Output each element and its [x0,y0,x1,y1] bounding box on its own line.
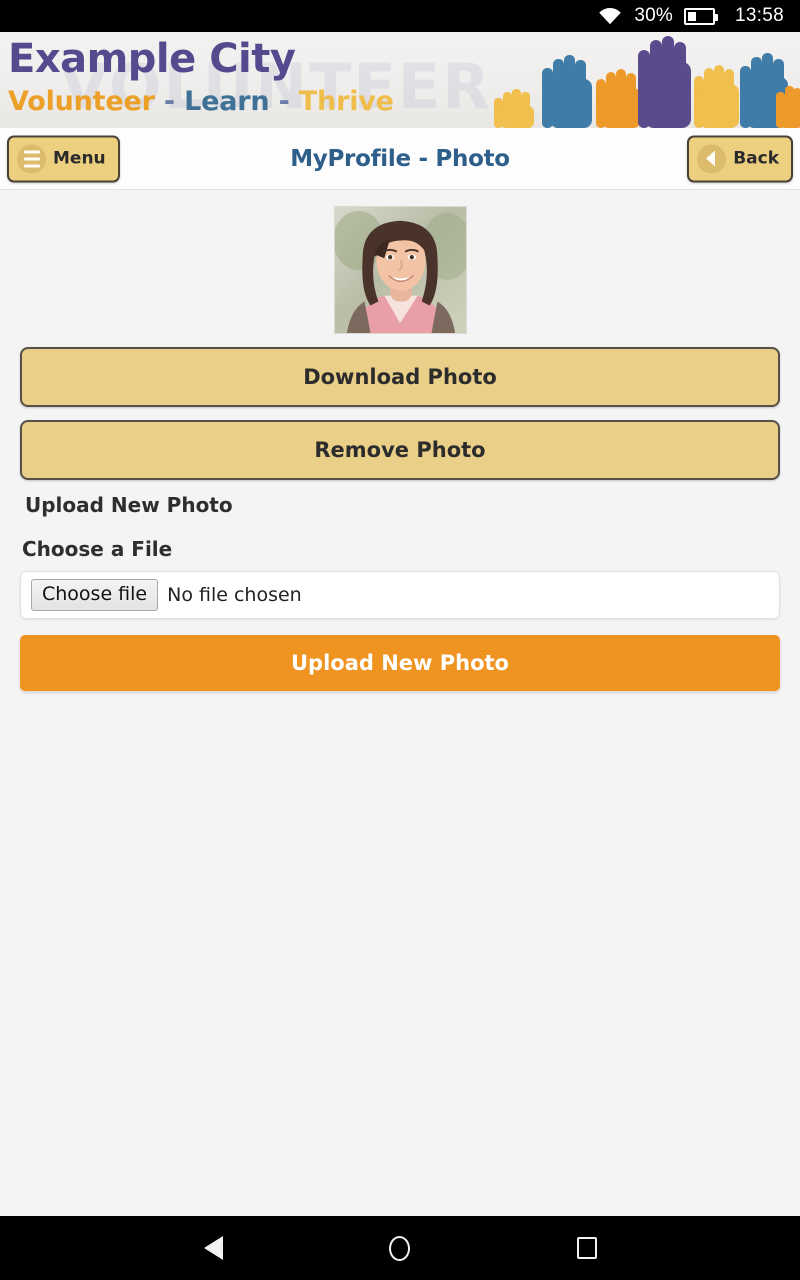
tagline-separator-1: - [163,86,175,117]
tagline-word-learn: Learn [184,86,270,117]
android-recents-icon [576,1237,597,1259]
choose-file-button[interactable]: Choose file [31,579,159,611]
profile-photo-container [20,190,780,347]
page-title: MyProfile - Photo [290,145,510,172]
clock-label: 13:58 [734,5,784,26]
menu-button[interactable]: Menu [7,135,120,182]
status-bar-right-cluster: 30% 13:58 [597,5,784,27]
back-button-label: Back [733,148,779,169]
back-button[interactable]: Back [687,135,793,182]
file-status-text: No file chosen [167,584,302,606]
android-home-icon [389,1235,411,1261]
profile-photo [333,206,467,334]
file-input-field[interactable]: Choose file No file chosen [20,571,780,619]
upload-new-photo-button[interactable]: Upload New Photo [20,635,780,691]
android-recents-button[interactable] [567,1228,607,1268]
android-back-icon [203,1236,223,1260]
banner-tagline: Volunteer - Learn - Thrive [8,86,394,117]
remove-photo-button[interactable]: Remove Photo [20,420,780,480]
chevron-left-icon [697,144,727,173]
choose-file-label: Choose a File [22,537,173,561]
android-navigation-bar [0,1216,800,1280]
download-photo-button[interactable]: Download Photo [20,347,780,407]
battery-percent-label: 30% [634,5,673,26]
tagline-word-thrive: Thrive [298,86,394,117]
device-screen: 30% 13:58 VOLUNTEER Example City Volunte… [0,0,800,1280]
organization-name: Example City [8,36,296,82]
wifi-icon [597,6,623,26]
raised-hands-icon [480,32,800,128]
upload-section-heading: Upload New Photo [25,493,233,517]
android-back-button[interactable] [193,1228,233,1268]
tagline-separator-2: - [278,86,290,117]
hamburger-icon [17,144,46,173]
battery-fill [687,11,697,21]
status-bar: 30% 13:58 [0,0,800,32]
page-content: Download Photo Remove Photo Upload New P… [0,190,800,1216]
app-navbar: Menu MyProfile - Photo Back [0,128,800,190]
android-home-button[interactable] [380,1228,420,1268]
tagline-word-volunteer: Volunteer [8,86,155,117]
menu-button-label: Menu [53,148,106,169]
battery-icon [683,7,718,25]
site-banner: VOLUNTEER Example City Volunteer - Learn… [0,32,800,128]
